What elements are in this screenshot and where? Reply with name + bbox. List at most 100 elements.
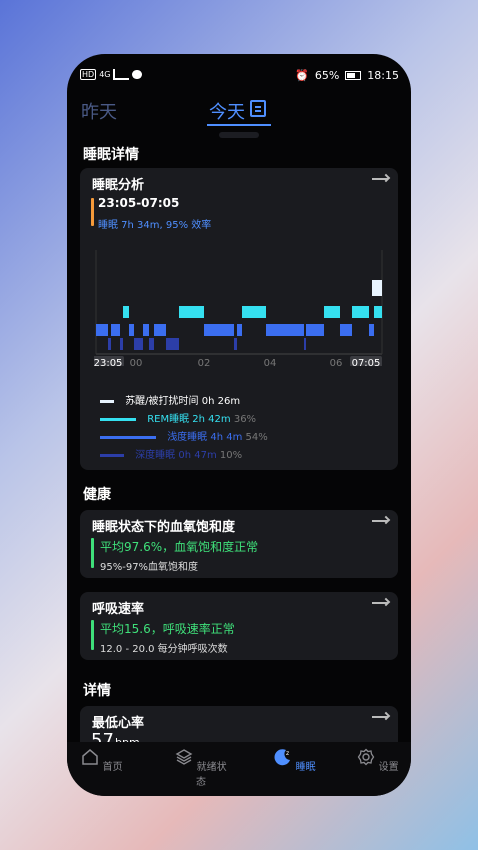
nav-sleep[interactable]: z 睡眠 xyxy=(265,748,325,773)
hr-value: 57 xyxy=(91,730,114,742)
sleep-segment-light xyxy=(340,324,352,336)
legend-label: 苏醒/被打扰时间 xyxy=(125,396,199,407)
sleep-summary: 睡眠 7h 34m, 95% 效率 xyxy=(98,220,212,231)
date-tabs: 昨天 今天 xyxy=(67,94,411,130)
drag-handle[interactable] xyxy=(219,132,259,138)
resp-status: 平均15.6，呼吸速率正常 xyxy=(100,622,235,636)
phone-screen: HD 4G ⏰ 65% 18:15 昨天 今天 睡眠详情 睡眠分析 23:05-… xyxy=(67,54,411,796)
sleep-range: 23:05-07:05 xyxy=(98,196,180,210)
sleep-stage-chart: 23:05 00 02 04 06 07:05 xyxy=(94,250,383,366)
sleep-segment-rem xyxy=(179,306,204,318)
battery-label: 65% xyxy=(314,69,340,82)
nav-settings[interactable]: 设置 xyxy=(348,748,408,773)
legend-label: 深度睡眠 xyxy=(135,450,176,461)
legend-pct: 36% xyxy=(233,414,257,425)
sleep-segment-awake xyxy=(375,280,382,296)
tab-today[interactable]: 今天 xyxy=(209,98,245,124)
spo2-range: 95%-97%血氧饱和度 xyxy=(100,562,199,573)
home-icon xyxy=(82,749,99,765)
content-scroll[interactable]: 睡眠详情 睡眠分析 23:05-07:05 睡眠 7h 34m, 95% 效率 … xyxy=(67,140,411,742)
sleep-segment-deep xyxy=(108,338,111,350)
spo2-card[interactable]: 睡眠状态下的血氧饱和度 平均97.6%，血氧饱和度正常 95%-97%血氧饱和度 xyxy=(80,510,398,578)
arrow-right-icon[interactable] xyxy=(372,178,388,180)
legend-rem: REM睡眠 2h 42m 36% xyxy=(100,410,256,425)
x-tick-label: 02 xyxy=(198,358,211,366)
arrow-right-icon[interactable] xyxy=(372,520,388,522)
sleep-segment-light xyxy=(306,324,324,336)
card-title: 睡眠状态下的血氧饱和度 xyxy=(92,520,236,535)
sleep-segment-rem xyxy=(242,306,245,318)
sleep-segment-deep xyxy=(166,338,179,350)
hd-badge: HD xyxy=(80,69,97,80)
section-sleep-details: 睡眠详情 xyxy=(83,147,139,163)
nav-label: 就绪状态 xyxy=(196,762,227,788)
nav-label: 首页 xyxy=(102,762,123,773)
sleep-segment-light xyxy=(111,324,120,336)
x-tick-label: 07:05 xyxy=(352,358,381,366)
calendar-icon[interactable] xyxy=(250,100,266,117)
sleep-segment-rem xyxy=(245,306,266,318)
legend-awake: 苏醒/被打扰时间 0h 26m xyxy=(100,392,240,407)
legend-swatch xyxy=(100,417,136,421)
moon-icon: z xyxy=(274,749,291,766)
sleep-segment-light xyxy=(237,324,242,336)
nav-label: 设置 xyxy=(378,762,399,773)
x-tick-label: 00 xyxy=(130,358,143,366)
legend-value: 4h 4m xyxy=(210,432,243,443)
alarm-icon: ⏰ xyxy=(295,69,309,82)
sleep-analysis-card[interactable]: 睡眠分析 23:05-07:05 睡眠 7h 34m, 95% 效率 23:05… xyxy=(80,168,398,470)
respiration-card[interactable]: 呼吸速率 平均15.6，呼吸速率正常 12.0 - 20.0 每分钟呼吸次数 xyxy=(80,592,398,660)
gear-icon xyxy=(358,748,375,766)
legend-label: 浅度睡眠 xyxy=(167,432,208,443)
sleep-segment-deep xyxy=(234,338,237,350)
legend-label: REM睡眠 xyxy=(147,414,190,425)
card-title: 最低心率 xyxy=(92,716,145,731)
sleep-segment-deep xyxy=(304,338,306,350)
legend-swatch xyxy=(100,399,114,403)
clock: 18:15 xyxy=(367,69,399,82)
nav-home[interactable]: 首页 xyxy=(72,748,132,773)
sleep-segment-light xyxy=(96,324,108,336)
nav-label: 睡眠 xyxy=(295,762,316,773)
sleep-segment-rem xyxy=(374,306,382,318)
resp-range: 12.0 - 20.0 每分钟呼吸次数 xyxy=(100,644,228,655)
legend-value: 0h 47m xyxy=(178,450,217,461)
bottom-nav: 首页 就绪状态 z 睡眠 设置 xyxy=(67,742,411,796)
x-tick-label: 06 xyxy=(330,358,343,366)
section-health: 健康 xyxy=(83,487,111,503)
sleep-segment-rem xyxy=(123,306,129,318)
sleep-segment-deep xyxy=(149,338,154,350)
legend-pct: 10% xyxy=(219,450,243,461)
sleep-segment-rem xyxy=(352,306,369,318)
accent-bar xyxy=(91,198,94,226)
legend-swatch xyxy=(100,453,124,457)
sleep-segment-light xyxy=(204,324,234,336)
battery-icon xyxy=(345,71,362,80)
signal-icon xyxy=(113,69,130,80)
x-tick-label: 04 xyxy=(264,358,277,366)
nav-readiness[interactable]: 就绪状态 xyxy=(171,748,231,788)
sleep-segment-light xyxy=(266,324,304,336)
arrow-right-icon[interactable] xyxy=(372,602,388,604)
spo2-status: 平均97.6%，血氧饱和度正常 xyxy=(100,540,259,554)
message-icon xyxy=(132,70,143,79)
sleep-segment-rem xyxy=(324,306,340,318)
legend-value: 0h 26m xyxy=(201,396,241,407)
card-title: 呼吸速率 xyxy=(92,602,145,617)
layers-icon xyxy=(175,749,193,765)
legend-value: 2h 42m xyxy=(192,414,231,425)
legend-swatch xyxy=(100,435,156,439)
sleep-segment-light xyxy=(369,324,374,336)
tab-underline xyxy=(207,124,271,126)
sleep-segment-deep xyxy=(120,338,123,350)
tab-yesterday[interactable]: 昨天 xyxy=(81,98,117,124)
legend-deep: 深度睡眠 0h 47m 10% xyxy=(100,446,242,461)
network-label: 4G xyxy=(99,70,111,79)
card-title: 睡眠分析 xyxy=(92,178,145,193)
sleep-segment-light xyxy=(154,324,166,336)
arrow-right-icon[interactable] xyxy=(372,716,388,718)
sleep-segment-awake xyxy=(372,280,375,296)
sleep-segment-light xyxy=(129,324,134,336)
min-heart-rate-card[interactable]: 最低心率 57 bpm xyxy=(80,706,398,742)
accent-bar xyxy=(91,620,94,650)
